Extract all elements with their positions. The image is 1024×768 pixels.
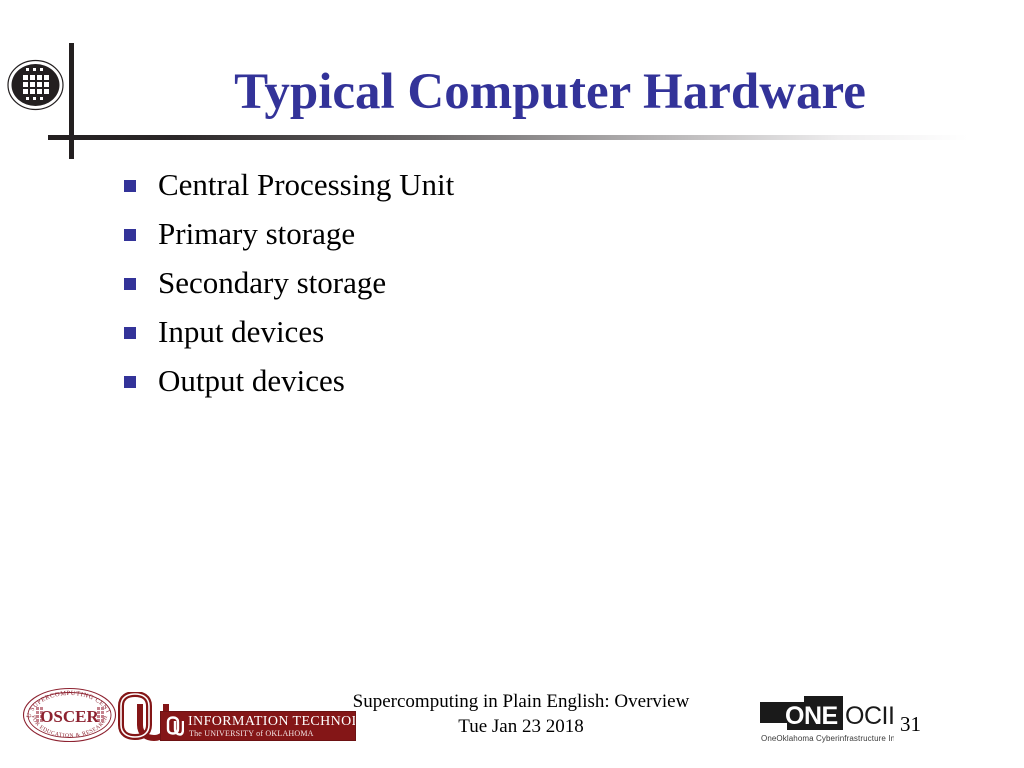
oscer-wordmark: OSCER (40, 707, 99, 726)
ou-mark-icon (166, 716, 184, 736)
oscer-oval-logo-icon (7, 59, 64, 111)
header-vertical-divider (69, 43, 74, 159)
list-item: Central Processing Unit (118, 160, 918, 209)
list-item: Primary storage (118, 209, 918, 258)
footer-presentation-info: Supercomputing in Plain English: Overvie… (330, 689, 712, 739)
list-item-label: Primary storage (158, 216, 356, 251)
footer-presentation-title: Supercomputing in Plain English: Overvie… (352, 691, 690, 712)
bullet-square-icon (124, 278, 136, 290)
list-item-label: Output devices (158, 363, 345, 398)
bullet-square-icon (124, 376, 136, 388)
oneocii-tagline: OneOklahoma Cyberinfrastructure Initiati… (761, 734, 894, 743)
list-item: Secondary storage (118, 258, 918, 307)
bullet-list: Central Processing Unit Primary storage … (118, 160, 918, 405)
bullet-square-icon (124, 327, 136, 339)
page-title: Typical Computer Hardware (234, 64, 866, 120)
list-item: Output devices (118, 356, 918, 405)
oneocii-suffix-text: OCII (845, 702, 894, 730)
it-banner-line2: The UNIVERSITY of OKLAHOMA (189, 729, 314, 738)
list-item-label: Secondary storage (158, 265, 387, 300)
header-horizontal-divider (48, 135, 968, 140)
list-item-label: Central Processing Unit (158, 167, 455, 202)
list-item: Input devices (118, 307, 918, 356)
bullet-square-icon (124, 180, 136, 192)
list-item-label: Input devices (158, 314, 325, 349)
slide-canvas: Typical Computer Hardware Central Proces… (0, 0, 1024, 768)
oscer-seal-logo-icon: OU SUPERCOMPUTING CENTER FOR EDUCATION &… (18, 681, 118, 744)
oneocii-mark-text: ONE (785, 702, 838, 730)
oneocii-logo-icon: ONE OCII OneOklahoma Cyberinfrastructure… (757, 690, 919, 745)
bullet-square-icon (124, 229, 136, 241)
ou-information-technology-banner: INFORMATION TECHNOLOGY The UNIVERSITY of… (160, 711, 356, 741)
footer-presentation-date: Tue Jan 23 2018 (458, 716, 584, 737)
page-number: 31 (900, 712, 921, 736)
